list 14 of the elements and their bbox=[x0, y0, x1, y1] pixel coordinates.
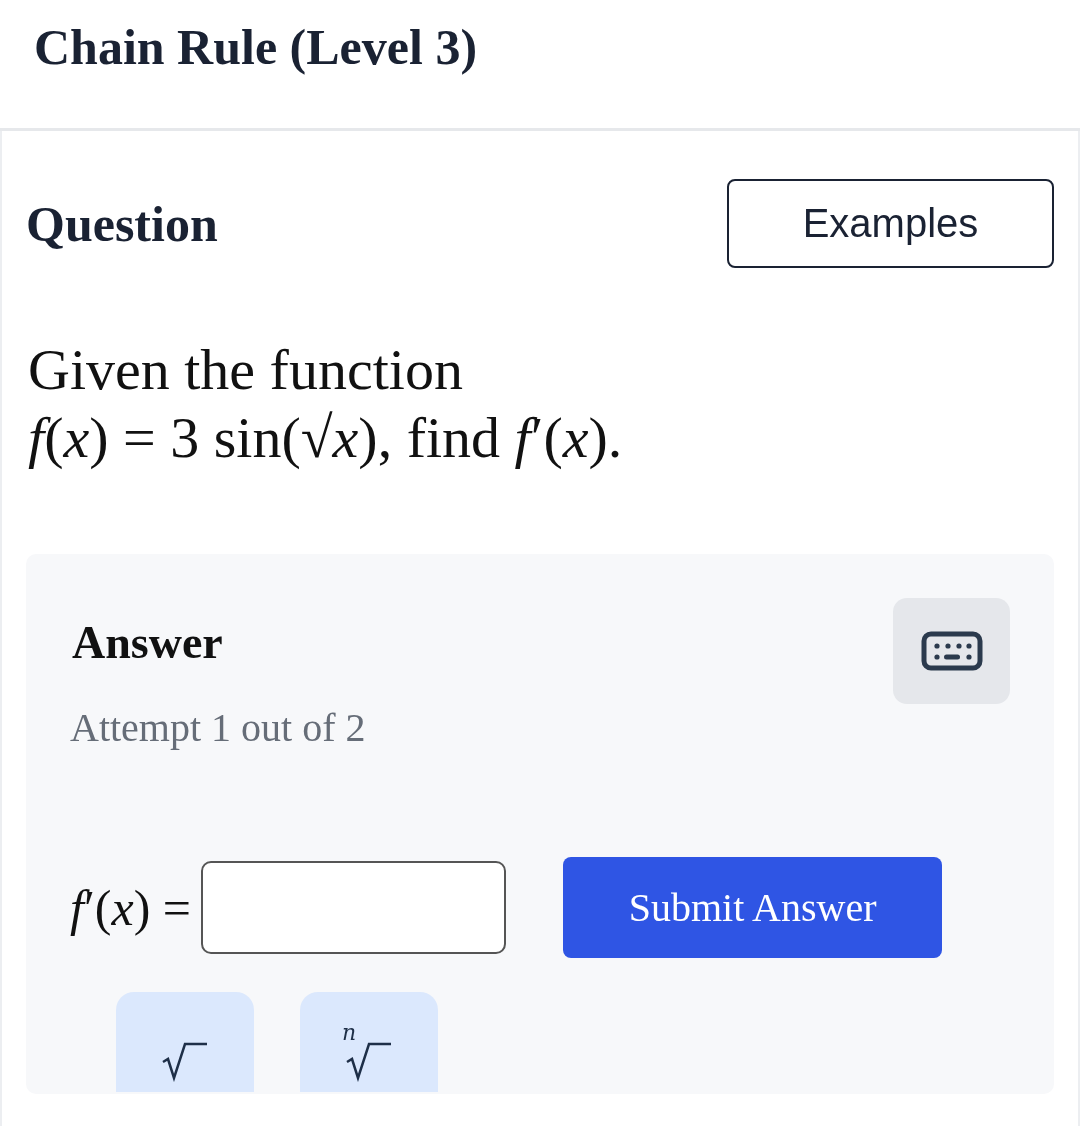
keyboard-icon bbox=[920, 631, 983, 671]
radical-icon bbox=[345, 1040, 393, 1082]
answer-label: f′(x) = bbox=[70, 878, 192, 937]
keyboard-button[interactable] bbox=[893, 598, 1010, 704]
page-title: Chain Rule (Level 3) bbox=[34, 18, 479, 76]
answer-field[interactable] bbox=[201, 861, 507, 954]
attempt-counter: Attempt 1 out of 2 bbox=[70, 704, 367, 751]
section-heading: Question bbox=[26, 194, 218, 253]
answer-heading: Answer bbox=[72, 616, 223, 669]
question-text: Given the function f(x) = 3 sin(√x), find f′(x). bbox=[28, 336, 624, 472]
submit-button[interactable]: Submit Answer bbox=[563, 857, 943, 958]
radical-icon bbox=[161, 1040, 209, 1082]
nth-root-key[interactable]: n bbox=[300, 992, 438, 1092]
examples-button[interactable]: Examples bbox=[727, 179, 1054, 268]
